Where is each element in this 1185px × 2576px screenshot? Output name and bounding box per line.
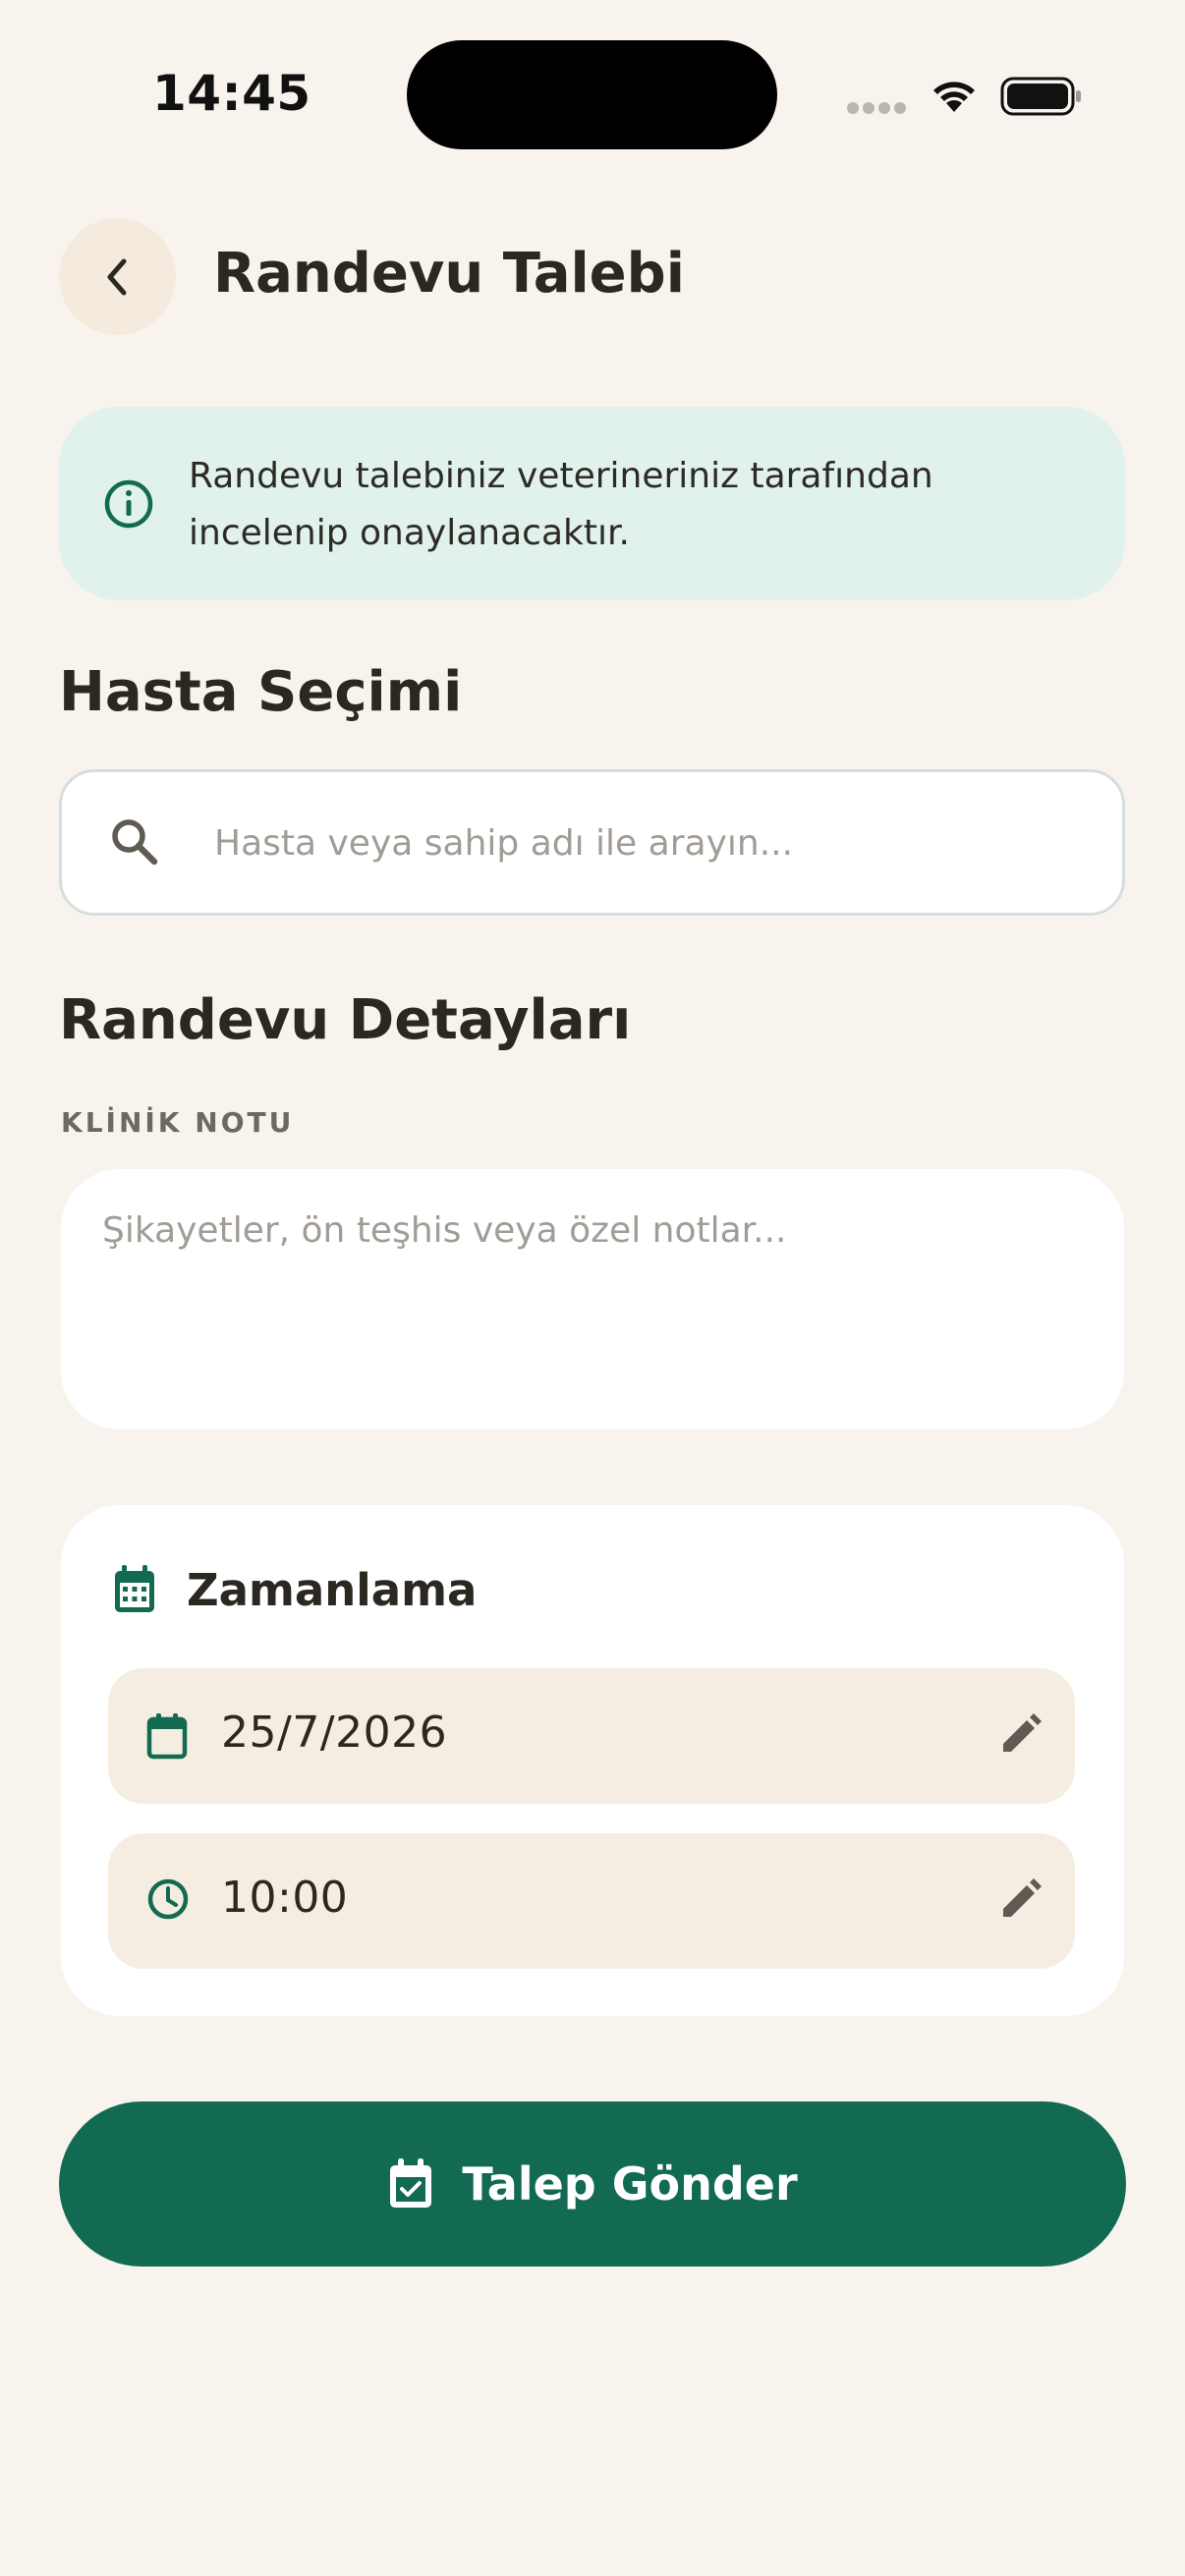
clock-icon <box>147 1878 189 1920</box>
scheduling-title: Zamanlama <box>187 1564 478 1616</box>
clinic-note-input[interactable] <box>102 1210 1085 1397</box>
chevron-left-icon <box>107 258 126 295</box>
date-value: 25/7/2026 <box>221 1708 448 1758</box>
pencil-icon[interactable] <box>998 1878 1042 1922</box>
patient-search-box[interactable] <box>59 769 1125 916</box>
submit-request-button[interactable]: Talep Gönder <box>59 2101 1126 2267</box>
wifi-icon <box>933 82 975 112</box>
scheduling-card: Zamanlama 25/7/2026 10:00 <box>61 1505 1124 2016</box>
time-value: 10:00 <box>221 1873 349 1923</box>
clinic-note-box[interactable] <box>61 1169 1124 1429</box>
patient-section-title: Hasta Seçimi <box>59 660 463 724</box>
pencil-icon[interactable] <box>998 1713 1042 1757</box>
calendar-grid-icon <box>115 1565 154 1612</box>
submit-label: Talep Gönder <box>462 2157 798 2211</box>
date-picker[interactable]: 25/7/2026 <box>108 1668 1075 1804</box>
dynamic-island <box>407 40 777 149</box>
page-title: Randevu Talebi <box>213 242 685 306</box>
search-icon <box>112 819 158 866</box>
info-banner: Randevu talebiniz veterineriniz tarafınd… <box>59 407 1125 600</box>
clinic-note-label: KLİNİK NOTU <box>61 1106 295 1139</box>
info-circle-icon <box>104 479 153 529</box>
time-picker[interactable]: 10:00 <box>108 1833 1075 1969</box>
calendar-icon <box>146 1713 188 1760</box>
appointment-request-screen: 14:45 Randevu Talebi Randevu talebiniz v… <box>0 0 1185 2576</box>
info-text: Randevu talebiniz veterineriniz tarafınd… <box>189 456 933 553</box>
back-button[interactable] <box>59 218 176 335</box>
details-section-title: Randevu Detayları <box>59 988 632 1052</box>
battery-icon <box>1000 77 1081 116</box>
status-time: 14:45 <box>152 65 311 122</box>
calendar-check-icon <box>390 2158 432 2208</box>
patient-search-input[interactable] <box>214 802 1079 884</box>
